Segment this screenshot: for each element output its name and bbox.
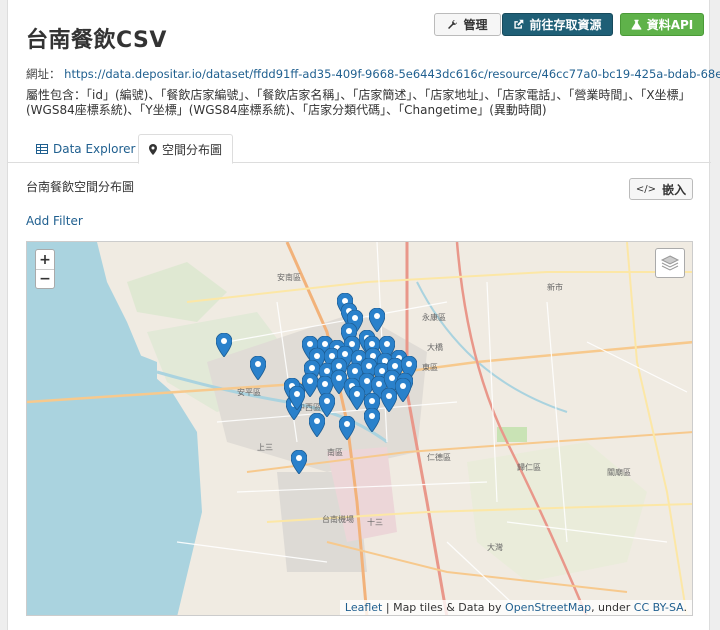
leaflet-link[interactable]: Leaflet — [345, 601, 382, 614]
manage-button[interactable]: 管理 — [434, 13, 501, 36]
map-tiles — [27, 242, 692, 615]
code-icon: </> — [635, 183, 657, 195]
attribution-text: | Map tiles & Data by — [382, 601, 506, 614]
layers-icon — [660, 255, 680, 271]
map-label: 新市 — [547, 283, 563, 292]
table-icon — [36, 143, 48, 154]
map-label: 安平區 — [237, 388, 261, 397]
map-label: 關廟區 — [607, 468, 631, 477]
map-marker-pin-icon[interactable] — [349, 386, 365, 410]
embed-button[interactable]: </> 嵌入 — [629, 178, 693, 200]
map-label: 十三 — [367, 518, 383, 527]
map-label: 大橋 — [427, 343, 443, 352]
map-marker-icon — [149, 143, 157, 155]
zoom-control: + − — [35, 249, 55, 289]
tab-spatial-map[interactable]: 空間分布圖 — [138, 134, 234, 164]
external-link-icon — [514, 19, 524, 29]
tab-data-explorer[interactable]: Data Explorer — [26, 134, 145, 163]
flask-icon — [631, 19, 642, 30]
map-view[interactable]: 安南區 永康區 東區 北區 中西區 安平區 南區 仁德區 歸仁區 關廟區 台南機… — [26, 241, 693, 616]
attribution-end: . — [683, 601, 688, 614]
license-link[interactable]: CC BY-SA — [634, 601, 684, 614]
go-to-resource-button[interactable]: 前往存取資源 — [502, 13, 613, 36]
map-marker-pin-icon[interactable] — [309, 413, 325, 437]
resource-description: 屬性包含：「id」(編號)、「餐飲店家編號」、「餐飲店家名稱」、「店家簡述」、「… — [26, 88, 691, 117]
map-marker-pin-icon[interactable] — [250, 356, 266, 380]
map-label: 台南機場 — [322, 515, 354, 524]
map-marker-pin-icon[interactable] — [289, 386, 305, 410]
tab-spatial-map-label: 空間分布圖 — [162, 142, 223, 157]
zoom-out-button[interactable]: − — [36, 269, 54, 288]
map-label: 東區 — [422, 363, 438, 372]
view-tabs: Data Explorer 空間分布圖 — [8, 134, 711, 164]
page-title: 台南餐飲CSV — [26, 28, 167, 53]
map-marker-pin-icon[interactable] — [369, 308, 385, 332]
map-label: 歸仁區 — [517, 463, 541, 472]
resource-card: 台南餐飲CSV 管理 前往存取資源 資料API 網址： https://data… — [7, 0, 720, 630]
resource-url-row: 網址： https://data.depositar.io/dataset/ff… — [26, 66, 720, 82]
map-marker-pin-icon[interactable] — [339, 416, 355, 440]
attribution-under: , under — [591, 601, 634, 614]
map-attribution: Leaflet | Map tiles & Data by OpenStreet… — [339, 600, 692, 615]
embed-label: 嵌入 — [662, 182, 687, 197]
map-marker-pin-icon[interactable] — [291, 450, 307, 474]
url-label: 網址： — [26, 67, 61, 81]
zoom-in-button[interactable]: + — [36, 250, 54, 269]
map-label: 安南區 — [277, 273, 301, 282]
layers-button[interactable] — [655, 248, 685, 278]
data-api-label: 資料API — [646, 18, 694, 32]
data-api-button[interactable]: 資料API — [620, 13, 704, 36]
map-label: 永康區 — [422, 313, 446, 322]
resource-url-link[interactable]: https://data.depositar.io/dataset/ffdd91… — [64, 67, 720, 81]
map-label: 仁德區 — [427, 453, 451, 462]
map-marker-pin-icon[interactable] — [364, 408, 380, 432]
manage-label: 管理 — [463, 18, 488, 32]
map-label: 南區 — [327, 448, 343, 457]
add-filter-link[interactable]: Add Filter — [26, 214, 83, 228]
tab-data-explorer-label: Data Explorer — [53, 141, 136, 156]
osm-link[interactable]: OpenStreetMap — [505, 601, 591, 614]
map-label: 大灣 — [487, 543, 503, 552]
view-subtitle: 台南餐飲空間分布圖 — [26, 180, 135, 194]
map-marker-pin-icon[interactable] — [216, 333, 232, 357]
go-to-resource-label: 前往存取資源 — [529, 18, 602, 32]
map-label: 上三 — [257, 443, 273, 452]
wrench-icon — [448, 20, 458, 29]
map-marker-pin-icon[interactable] — [395, 378, 411, 402]
